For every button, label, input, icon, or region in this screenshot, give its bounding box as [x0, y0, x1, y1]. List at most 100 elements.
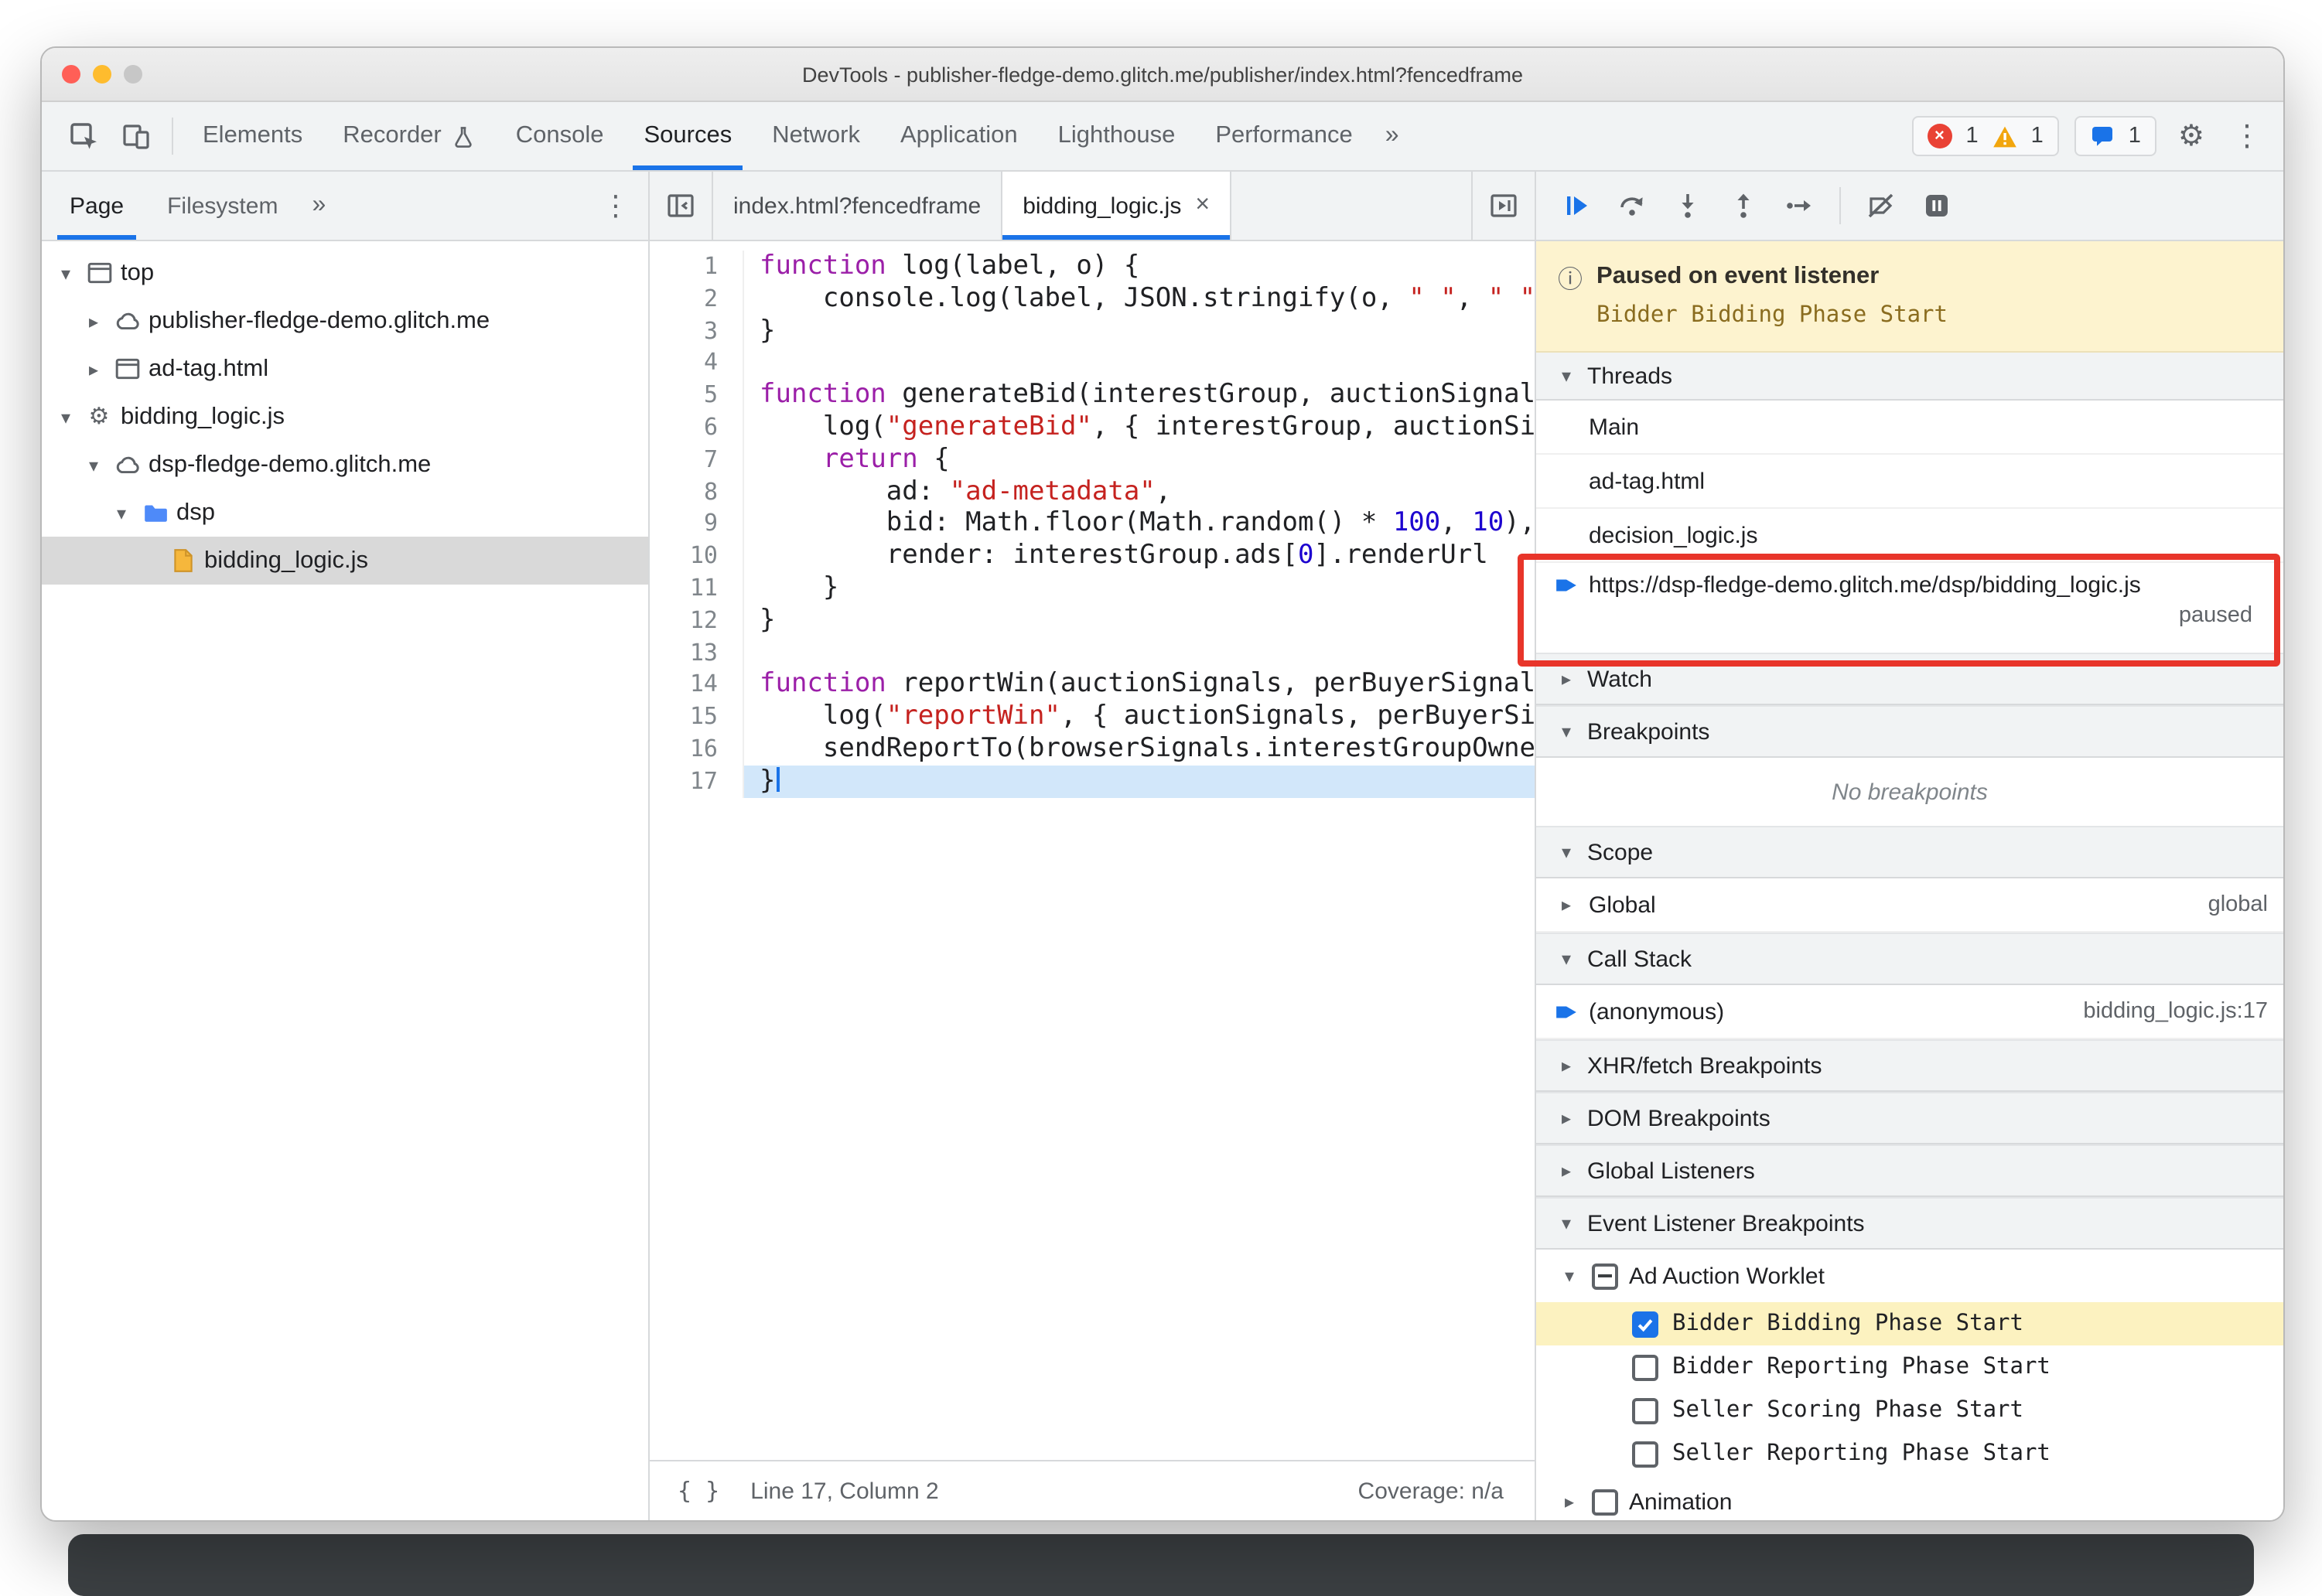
disclosure-triangle-icon[interactable]: ▾ — [1555, 721, 1578, 742]
more-navigator-tabs-button[interactable]: » — [299, 192, 338, 220]
section-call-stack-header[interactable]: ▾ Call Stack — [1536, 933, 2283, 985]
disclosure-triangle-icon[interactable]: ▸ — [1555, 668, 1578, 690]
thread-item-main[interactable]: Main — [1536, 401, 2283, 455]
file-tree-item-bidding-logic-js[interactable]: bidding_logic.js — [42, 537, 648, 585]
section-dom-breakpoints-header[interactable]: ▸ DOM Breakpoints — [1536, 1092, 2283, 1144]
line-number[interactable]: 8 — [650, 476, 744, 508]
disclosure-triangle-icon[interactable]: ▸ — [1555, 1160, 1578, 1182]
section-threads-header[interactable]: ▾ Threads — [1536, 353, 2283, 401]
more-panels-button[interactable]: » — [1373, 122, 1412, 150]
checkbox-indeterminate[interactable] — [1592, 1263, 1618, 1289]
line-content[interactable] — [744, 347, 1535, 380]
disclosure-triangle-icon[interactable]: ▾ — [1555, 1212, 1578, 1234]
code-line[interactable]: 14 function reportWin(auctionSignals, per… — [650, 668, 1535, 701]
deactivate-breakpoints-button[interactable] — [1856, 181, 1906, 230]
settings-gear-button[interactable]: ⚙ — [2172, 118, 2211, 154]
file-tree-item-top[interactable]: ▾ top — [42, 249, 648, 297]
line-number[interactable]: 9 — [650, 507, 744, 541]
checkbox-unchecked[interactable] — [1632, 1441, 1658, 1467]
event-breakpoint-bidder-bidding-phase-start[interactable]: Bidder Bidding Phase Start — [1536, 1302, 2283, 1345]
thread-item-decision-logic-js[interactable]: decision_logic.js — [1536, 509, 2283, 563]
step-over-button[interactable] — [1607, 181, 1657, 230]
disclosure-triangle-icon[interactable]: ▾ — [110, 502, 133, 523]
panel-tab-application[interactable]: Application — [880, 102, 1038, 170]
line-content[interactable]: console.log(label, JSON.stringify(o, " "… — [744, 283, 1535, 315]
editor-tab-options-button[interactable] — [1471, 172, 1535, 240]
line-number[interactable]: 15 — [650, 701, 744, 733]
event-breakpoint-seller-reporting-phase-start[interactable]: Seller Reporting Phase Start — [1536, 1432, 2283, 1475]
disclosure-triangle-icon[interactable]: ▾ — [1558, 1265, 1581, 1287]
window-titlebar[interactable]: DevTools - publisher-fledge-demo.glitch.… — [42, 48, 2283, 102]
file-tree-item-bidding-logic-js[interactable]: ▾ ⚙ bidding_logic.js — [42, 393, 648, 441]
line-number[interactable]: 6 — [650, 411, 744, 444]
close-tab-icon[interactable]: × — [1195, 192, 1210, 220]
disclosure-triangle-icon[interactable]: ▾ — [1555, 948, 1578, 970]
line-content[interactable]: ad: "ad-metadata", — [744, 476, 1535, 508]
section-scope-header[interactable]: ▾ Scope — [1536, 826, 2283, 878]
step-out-button[interactable] — [1719, 181, 1768, 230]
line-number[interactable]: 13 — [650, 636, 744, 669]
main-menu-kebab-button[interactable]: ⋮ — [2226, 118, 2268, 154]
line-number[interactable]: 12 — [650, 604, 744, 637]
source-code-editor[interactable]: 1 function log(label, o) {2 console.log(l… — [650, 241, 1535, 1460]
call-stack-frame-row[interactable]: (anonymous) bidding_logic.js:17 — [1536, 985, 2283, 1039]
section-watch-header[interactable]: ▸ Watch — [1536, 653, 2283, 705]
errors-warnings-badge[interactable]: × 1 1 — [1911, 116, 2059, 156]
disclosure-triangle-icon[interactable]: ▸ — [1555, 894, 1578, 916]
disclosure-triangle-icon[interactable]: ▸ — [82, 310, 105, 332]
section-breakpoints-header[interactable]: ▾ Breakpoints — [1536, 705, 2283, 758]
code-line[interactable]: 8 ad: "ad-metadata", — [650, 476, 1535, 508]
panel-tab-console[interactable]: Console — [496, 102, 624, 170]
line-number[interactable]: 2 — [650, 282, 744, 315]
line-number[interactable]: 16 — [650, 732, 744, 766]
disclosure-triangle-icon[interactable]: ▾ — [54, 262, 77, 284]
disclosure-triangle-icon[interactable]: ▾ — [1555, 365, 1578, 387]
disclosure-triangle-icon[interactable]: ▸ — [1555, 1107, 1578, 1129]
resume-script-button[interactable] — [1552, 181, 1601, 230]
disclosure-triangle-icon[interactable]: ▸ — [82, 358, 105, 380]
checkbox-unchecked[interactable] — [1632, 1397, 1658, 1424]
file-tree-item-ad-tag-html[interactable]: ▸ ad-tag.html — [42, 345, 648, 393]
step-button[interactable] — [1774, 181, 1824, 230]
code-line[interactable]: 6 log("generateBid", { interestGroup, au… — [650, 411, 1535, 444]
code-line[interactable]: 10 render: interestGroup.ads[0].renderUr… — [650, 540, 1535, 572]
checkbox-checked[interactable] — [1632, 1311, 1658, 1337]
line-content[interactable]: log("generateBid", { interestGroup, auct… — [744, 411, 1535, 444]
code-line[interactable]: 2 console.log(label, JSON.stringify(o, "… — [650, 282, 1535, 315]
navigator-kebab-button[interactable]: ⋮ — [602, 189, 648, 222]
file-tree-item-dsp[interactable]: ▾ dsp — [42, 489, 648, 537]
disclosure-triangle-icon[interactable]: ▾ — [82, 454, 105, 476]
code-line[interactable]: 4 — [650, 346, 1535, 380]
line-content[interactable]: } — [744, 572, 1535, 605]
panel-tab-elements[interactable]: Elements — [183, 102, 323, 170]
code-line[interactable]: 17} — [650, 765, 1535, 798]
checkbox-unchecked[interactable] — [1592, 1489, 1618, 1515]
pause-on-exceptions-button[interactable] — [1912, 181, 1962, 230]
disclosure-triangle-icon[interactable]: ▾ — [54, 406, 77, 428]
toggle-navigator-button[interactable] — [650, 172, 713, 240]
scope-global-row[interactable]: ▸ Global global — [1536, 878, 2283, 933]
code-line[interactable]: 3} — [650, 315, 1535, 347]
line-content[interactable]: function reportWin(auctionSignals, perBu… — [744, 669, 1535, 701]
code-line[interactable]: 11 } — [650, 571, 1535, 605]
code-line[interactable]: 13 — [650, 636, 1535, 669]
line-number[interactable]: 14 — [650, 668, 744, 701]
inspect-element-button[interactable] — [57, 110, 110, 162]
code-line[interactable]: 12} — [650, 604, 1535, 637]
panel-tab-recorder[interactable]: Recorder — [323, 102, 496, 170]
line-content[interactable]: bid: Math.floor(Math.random() * 100, 10)… — [744, 508, 1535, 541]
navigator-tab-filesystem[interactable]: Filesystem — [145, 172, 299, 240]
line-number[interactable]: 11 — [650, 571, 744, 605]
code-line[interactable]: 7 return { — [650, 443, 1535, 476]
line-content[interactable]: } — [744, 315, 1535, 347]
panel-tab-lighthouse[interactable]: Lighthouse — [1038, 102, 1196, 170]
line-number[interactable]: 4 — [650, 346, 744, 380]
section-xhr-breakpoints-header[interactable]: ▸ XHR/fetch Breakpoints — [1536, 1039, 2283, 1092]
editor-tab-index-html-fencedframe[interactable]: index.html?fencedframe — [713, 172, 1003, 240]
disclosure-triangle-icon[interactable]: ▾ — [1555, 841, 1578, 863]
navigator-tab-page[interactable]: Page — [48, 172, 145, 240]
line-content[interactable]: function log(label, o) { — [744, 251, 1535, 283]
file-tree-item-dsp-fledge-demo-glitch-me[interactable]: ▾ dsp-fledge-demo.glitch.me — [42, 441, 648, 489]
code-line[interactable]: 1 function log(label, o) { — [650, 251, 1535, 283]
editor-tab-bidding-logic-js[interactable]: bidding_logic.js × — [1002, 172, 1232, 240]
